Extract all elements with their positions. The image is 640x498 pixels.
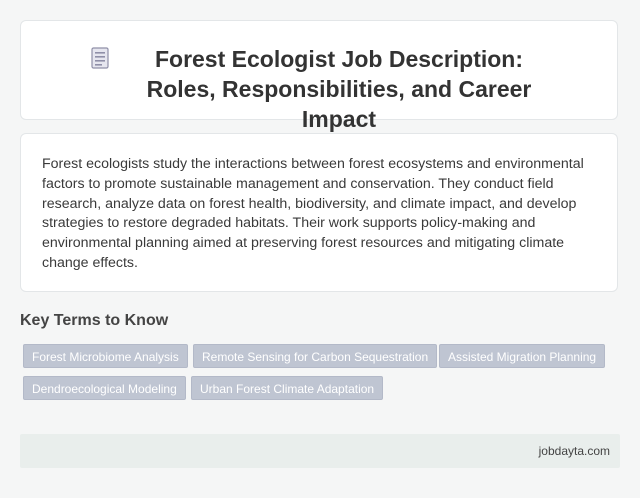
key-term-tag[interactable]: Forest Microbiome Analysis (23, 344, 188, 368)
page-title: Forest Ecologist Job Description: Roles,… (146, 46, 532, 132)
title-card: Forest Ecologist Job Description: Roles,… (20, 20, 618, 132)
key-terms-title: Key Terms to Know (20, 312, 169, 329)
description-text: Forest ecologists study the interactions… (42, 156, 584, 271)
key-term-tag[interactable]: Assisted Migration Planning (439, 344, 606, 368)
footer-site-link[interactable]: jobdayta.com (539, 444, 610, 458)
key-term-tag[interactable]: Dendroecological Modeling (23, 376, 186, 400)
key-term-tag[interactable]: Remote Sensing for Carbon Sequestration (193, 344, 438, 368)
key-term-tag[interactable]: Urban Forest Climate Adaptation (191, 376, 384, 400)
description-card: Forest ecologists study the interactions… (20, 133, 618, 292)
footer: jobdayta.com (20, 434, 620, 468)
